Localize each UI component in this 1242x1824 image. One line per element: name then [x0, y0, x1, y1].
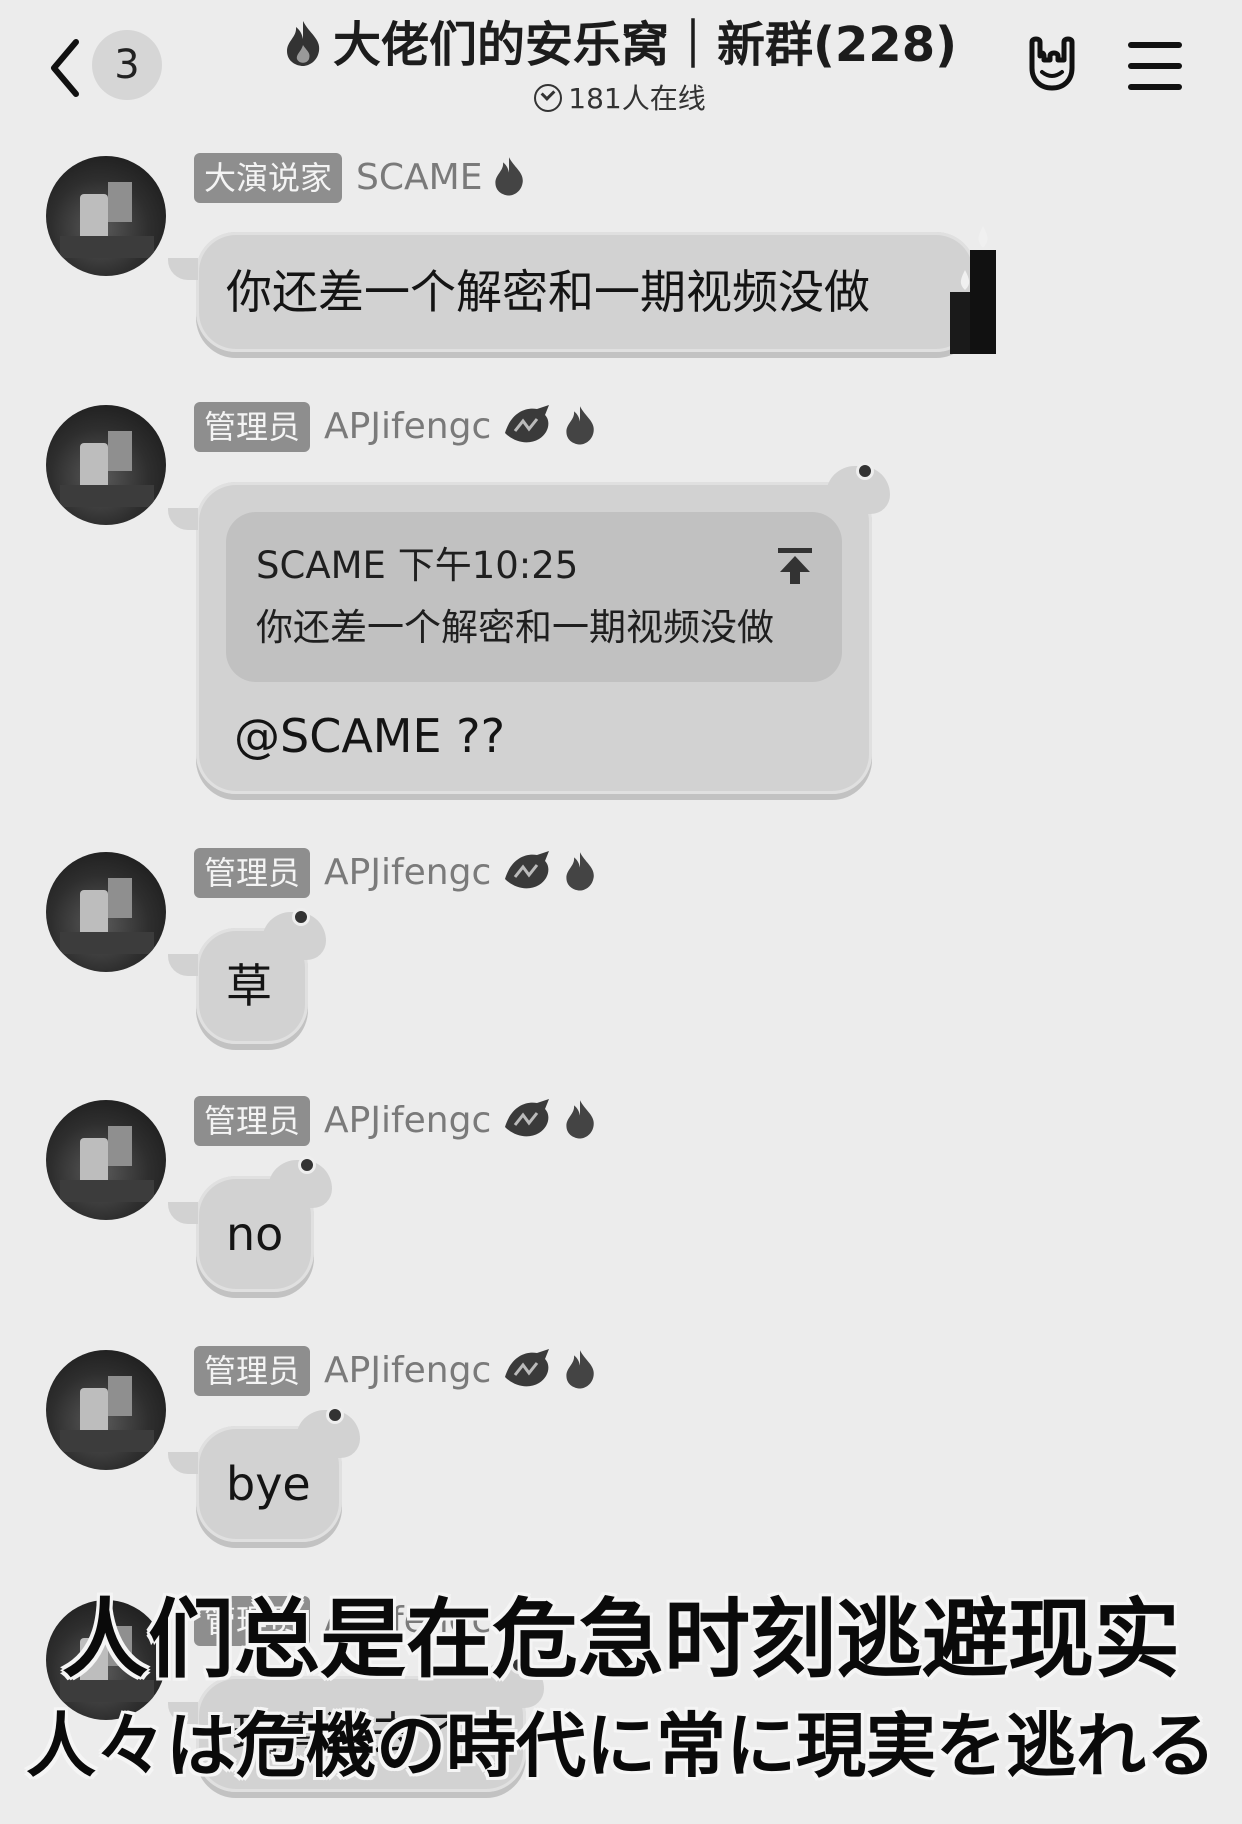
- avatar[interactable]: [46, 405, 166, 525]
- dragon-icon: [501, 1097, 553, 1145]
- sender-name[interactable]: SCAME: [356, 153, 482, 203]
- flame-icon: [563, 1347, 597, 1395]
- avatar-ground: [60, 1430, 154, 1452]
- avatar-figure: [108, 1376, 132, 1416]
- avatar-figure: [108, 878, 132, 918]
- role-tag: 管理员: [194, 848, 311, 898]
- sender-name[interactable]: APJifengc: [324, 848, 491, 898]
- menu-icon: [1128, 63, 1182, 69]
- ornament-eye: [292, 908, 310, 926]
- dragon-icon: [501, 403, 553, 451]
- message-bubble[interactable]: bye: [168, 1406, 360, 1542]
- flame-icon: [283, 19, 323, 82]
- page-title: 大佬们的安乐窝｜新群(228): [283, 14, 957, 82]
- sender-line: 管理员 APJifengc: [194, 1346, 597, 1396]
- avatar[interactable]: [46, 852, 166, 972]
- bubble-tail: [168, 258, 198, 280]
- flame-icon: [563, 403, 597, 451]
- avatar[interactable]: [46, 156, 166, 276]
- bubble-tail: [168, 1202, 198, 1224]
- menu-icon: [1128, 42, 1182, 48]
- jump-to-top-icon[interactable]: [776, 542, 814, 598]
- sender-line: 管理员 APJifengc: [194, 1096, 597, 1146]
- bubble-ornament: [268, 1156, 332, 1208]
- avatar-ground: [60, 932, 154, 954]
- sender-name[interactable]: APJifengc: [324, 1096, 491, 1146]
- avatar-ground: [60, 1180, 154, 1202]
- sender-line: 管理员 APJifengc: [194, 848, 597, 898]
- flame-icon: [563, 849, 597, 897]
- bubble-ornament: [296, 1406, 360, 1458]
- unread-count-badge: 3: [92, 30, 162, 100]
- candle-icon: [950, 226, 996, 354]
- quoted-header: SCAME 下午10:25: [256, 544, 579, 587]
- role-tag: 管理员: [194, 402, 311, 452]
- avatar[interactable]: [46, 1350, 166, 1470]
- back-button[interactable]: 3: [40, 30, 170, 104]
- message-bubble[interactable]: 草: [168, 908, 326, 1044]
- sender-name[interactable]: APJifengc: [324, 402, 491, 452]
- flame-icon: [563, 1097, 597, 1145]
- message-bubble[interactable]: 你还差一个解密和一期视频没做: [168, 226, 996, 354]
- avatar-ground: [60, 236, 154, 258]
- avatar[interactable]: [46, 1100, 166, 1220]
- group-title-area[interactable]: 大佬们的安乐窝｜新群(228) 181人在线: [240, 14, 1000, 116]
- quoted-text: 你还差一个解密和一期视频没做: [256, 606, 774, 649]
- message-text: 草: [226, 959, 272, 1013]
- bubble-tail: [168, 508, 198, 530]
- dragon-icon: [501, 1347, 553, 1395]
- online-count: 181人在线: [240, 82, 1000, 116]
- role-tag: 大演说家: [194, 153, 343, 203]
- dragon-icon: [501, 849, 553, 897]
- chat-header: 3 大佬们的安乐窝｜新群(228) 181人在线: [0, 0, 1242, 118]
- bubble-ornament: [826, 462, 890, 514]
- avatar-ground: [60, 485, 154, 507]
- chevron-left-icon: [51, 39, 79, 97]
- menu-icon: [1128, 84, 1182, 90]
- flame-icon: [492, 154, 526, 202]
- quoted-message[interactable]: SCAME 下午10:25 你还差一个解密和一期视频没做: [226, 512, 842, 682]
- role-tag: 管理员: [194, 1346, 311, 1396]
- subtitle-chinese: 人们总是在危急时刻逃避现实: [62, 1590, 1180, 1690]
- sender-line: 大演说家 SCAME: [194, 153, 526, 203]
- message-text: @SCAME ??: [234, 709, 505, 763]
- bubble-ornament: [262, 908, 326, 960]
- sender-line: 管理员 APJifengc: [194, 402, 597, 452]
- ornament-eye: [298, 1156, 316, 1174]
- avatar-figure: [108, 431, 132, 471]
- message-bubble[interactable]: SCAME 下午10:25 你还差一个解密和一期视频没做 @SCAME ??: [168, 462, 890, 794]
- menu-button[interactable]: [1128, 42, 1182, 90]
- ornament-eye: [326, 1406, 344, 1424]
- message-text: bye: [226, 1457, 311, 1511]
- bubble-tail: [168, 1452, 198, 1474]
- bubble-tail: [168, 954, 198, 976]
- online-count-text: 181人在线: [568, 82, 706, 115]
- avatar-figure: [108, 1126, 132, 1166]
- role-tag: 管理员: [194, 1096, 311, 1146]
- sender-name[interactable]: APJifengc: [324, 1346, 491, 1396]
- rock-hand-icon[interactable]: [1020, 34, 1080, 98]
- avatar-figure: [108, 182, 132, 222]
- message-text: no: [226, 1207, 284, 1261]
- message-text: 你还差一个解密和一期视频没做: [226, 265, 870, 319]
- group-name: 大佬们的安乐窝｜新群(228): [332, 17, 958, 73]
- online-check-icon: [534, 84, 563, 112]
- subtitle-japanese: 人々は危機の時代に常に現実を逃れる: [26, 1705, 1216, 1787]
- ornament-eye: [856, 462, 874, 480]
- message-bubble[interactable]: no: [168, 1156, 332, 1292]
